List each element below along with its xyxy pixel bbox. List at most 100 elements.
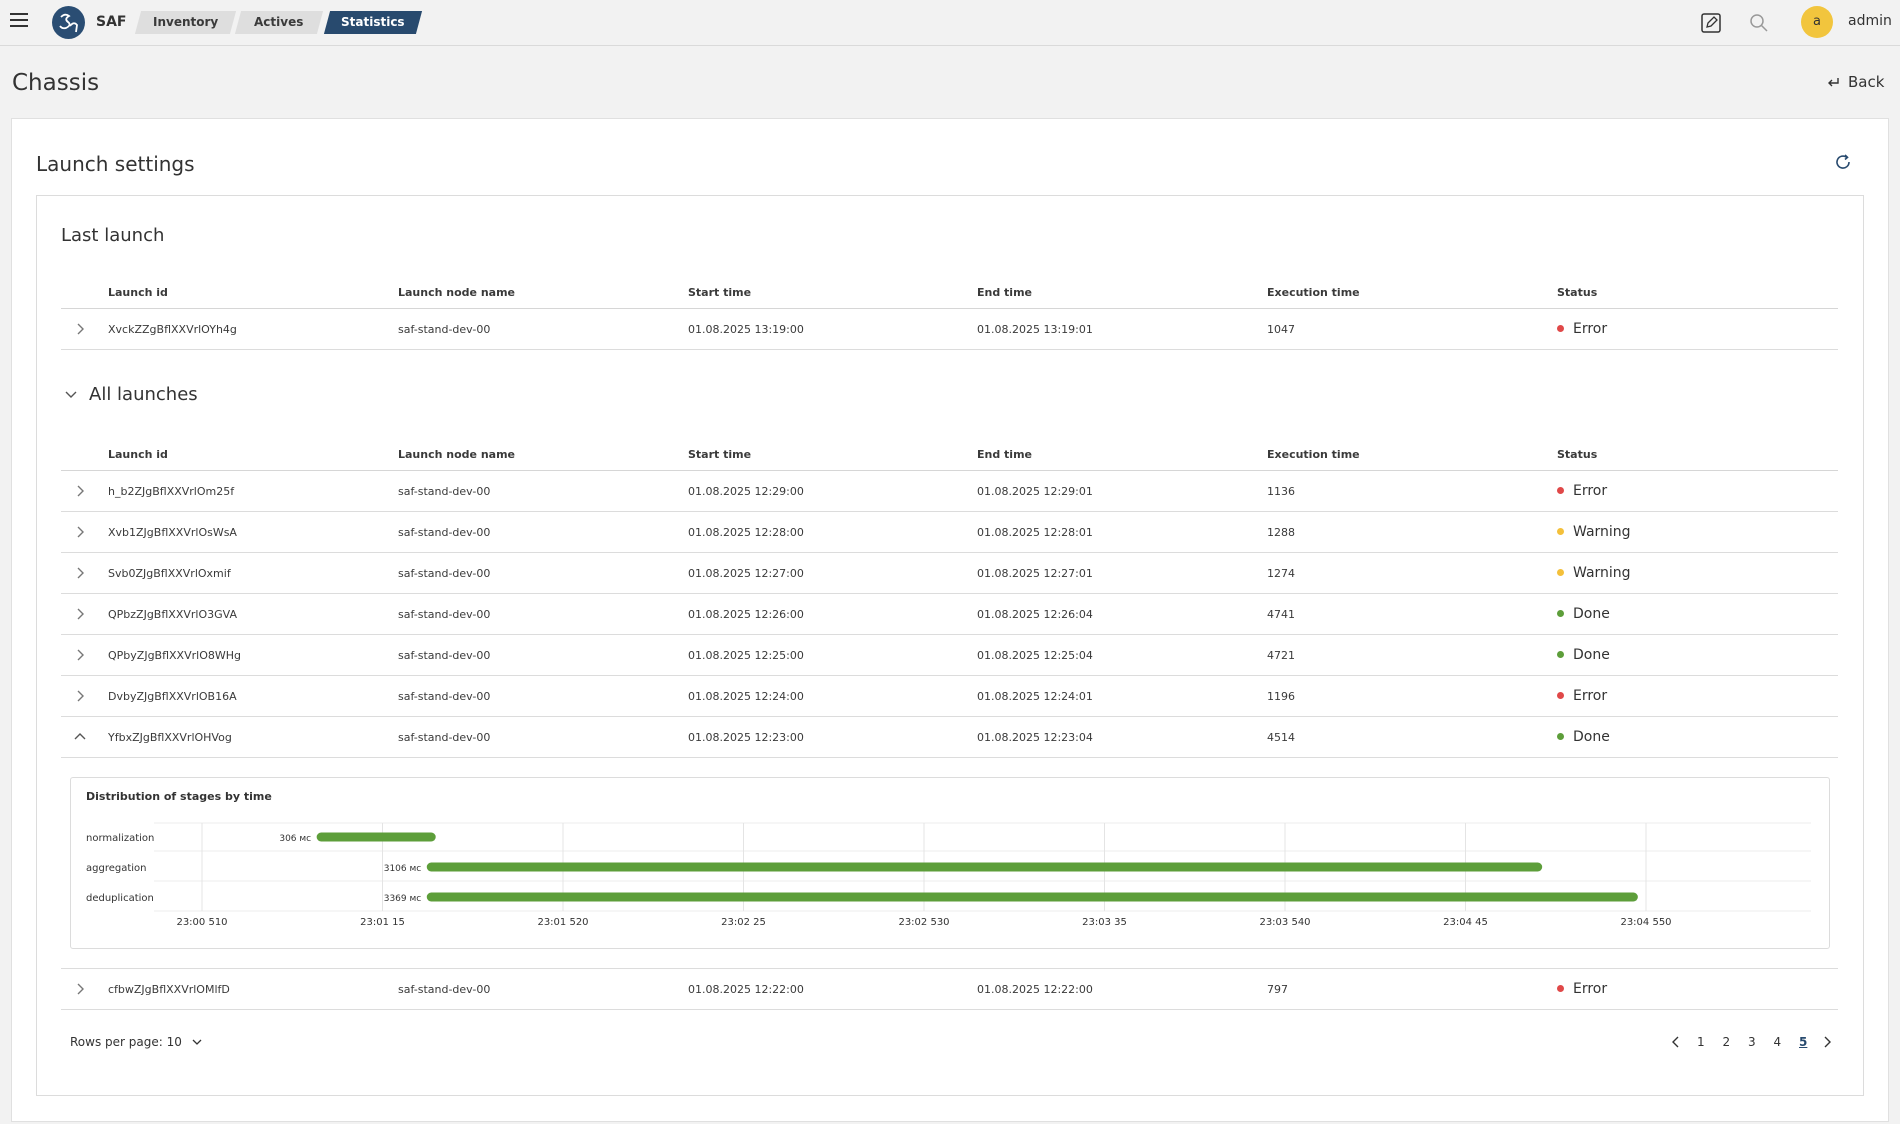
- status-badge: Done: [1557, 647, 1610, 663]
- duration-label: 3106 мс: [384, 864, 422, 874]
- execution-time: 4741: [1267, 608, 1295, 621]
- refresh-icon[interactable]: [1834, 153, 1852, 175]
- table-row[interactable]: cfbwZJgBflXXVrlOMlfD saf-stand-dev-00 01.0…: [61, 969, 1838, 1010]
- status-badge: Done: [1557, 606, 1610, 622]
- expand-row-icon[interactable]: [73, 322, 87, 336]
- status-dot: [1557, 691, 1564, 699]
- expand-row-icon[interactable]: [73, 648, 87, 662]
- node-name: saf-stand-dev-00: [398, 567, 491, 580]
- execution-time: 1136: [1267, 485, 1295, 498]
- expand-row-icon[interactable]: [73, 689, 87, 703]
- chevron-down-icon: [192, 1039, 202, 1045]
- table-row[interactable]: Svb0ZJgBflXXVrlOxmif saf-stand-dev-00 01.0…: [61, 553, 1838, 594]
- execution-time: 1047: [1267, 323, 1295, 336]
- x-tick-label: 23:03 35: [1082, 917, 1127, 928]
- tab-actives[interactable]: Actives: [234, 11, 324, 34]
- collapse-chevron-icon[interactable]: [64, 387, 78, 406]
- start-time: 01.08.2025 12:27:00: [688, 567, 804, 580]
- duration-label: 3369 мс: [384, 894, 422, 904]
- page-3-button[interactable]: 3: [1748, 1035, 1756, 1049]
- rows-per-page-select[interactable]: Rows per page: 10: [70, 1035, 202, 1049]
- status-badge: Warning: [1557, 524, 1631, 540]
- launch-id: QPbzZJgBflXXVrlO3GVA: [108, 608, 237, 621]
- stage-label: normalization: [86, 833, 154, 844]
- start-time: 01.08.2025 12:26:00: [688, 608, 804, 621]
- all-launches-title[interactable]: All launches: [89, 384, 198, 405]
- x-tick-label: 23:02 25: [721, 917, 766, 928]
- next-page-icon[interactable]: [1822, 1035, 1832, 1052]
- launch-id: XvckZZgBflXXVrlOYh4g: [108, 323, 237, 336]
- launch-id: Xvb1ZJgBflXXVrlOsWsA: [108, 526, 237, 539]
- x-tick-label: 23:01 15: [360, 917, 405, 928]
- launch-id: Svb0ZJgBflXXVrlOxmif: [108, 567, 231, 580]
- page-2-button[interactable]: 2: [1723, 1035, 1731, 1049]
- top-bar: SAF Inventory Actives Statistics a admin: [0, 0, 1900, 46]
- x-tick-label: 23:04 45: [1443, 917, 1488, 928]
- page-5-button[interactable]: 5: [1799, 1035, 1807, 1049]
- col-status: Status: [1557, 448, 1598, 461]
- node-name: saf-stand-dev-00: [398, 649, 491, 662]
- search-icon[interactable]: [1748, 12, 1770, 34]
- expand-row-icon[interactable]: [73, 607, 87, 621]
- launch-id: YfbxZJgBflXXVrlOHVog: [108, 731, 232, 744]
- x-tick-label: 23:00 510: [176, 917, 227, 928]
- stages-chart: 23:00 510 23:01 15 23:01 520 23:02 25 23:02 …: [86, 822, 1811, 928]
- last-launch-title: Last launch: [61, 225, 165, 246]
- expand-row-icon[interactable]: [73, 982, 87, 996]
- execution-time: 797: [1267, 983, 1288, 996]
- tab-inventory[interactable]: Inventory: [134, 11, 237, 34]
- table-row[interactable]: h_b2ZJgBflXXVrlOm25f saf-stand-dev-00 01.0…: [61, 471, 1838, 512]
- node-name: saf-stand-dev-00: [398, 608, 491, 621]
- saf-logo[interactable]: [52, 6, 85, 39]
- table-row[interactable]: XvckZZgBflXXVrlOYh4g saf-stand-dev-00 01.0…: [61, 309, 1838, 350]
- stage-label: aggregation: [86, 863, 147, 874]
- start-time: 01.08.2025 12:28:00: [688, 526, 804, 539]
- execution-time: 4721: [1267, 649, 1295, 662]
- col-launch-id: Launch id: [108, 448, 168, 461]
- start-time: 01.08.2025 12:25:00: [688, 649, 804, 662]
- menu-icon[interactable]: [10, 13, 28, 29]
- x-tick-label: 23:04 550: [1620, 917, 1671, 928]
- stages-chart-card: Distribution of stages by time 23:00 510…: [70, 777, 1830, 949]
- table-row[interactable]: QPbzZJgBflXXVrlO3GVA saf-stand-dev-00 01.0…: [61, 594, 1838, 635]
- status-badge: Error: [1557, 981, 1607, 997]
- col-start-time: Start time: [688, 448, 752, 461]
- back-arrow-icon: [1828, 77, 1839, 86]
- node-name: saf-stand-dev-00: [398, 983, 491, 996]
- all-launches-table-continued: cfbwZJgBflXXVrlOMlfD saf-stand-dev-00 01.0…: [61, 968, 1838, 1010]
- table-row[interactable]: QPbyZJgBflXXVrlO8WHg saf-stand-dev-00 01.0…: [61, 635, 1838, 676]
- prev-page-icon[interactable]: [1671, 1035, 1681, 1052]
- execution-time: 1274: [1267, 567, 1295, 580]
- all-launches-table: Launch id Launch node name Start time En…: [61, 434, 1838, 758]
- end-time: 01.08.2025 12:25:04: [977, 649, 1093, 662]
- back-button[interactable]: Back: [1826, 73, 1884, 91]
- page-1-button[interactable]: 1: [1697, 1035, 1705, 1049]
- edit-icon[interactable]: [1700, 12, 1722, 34]
- expand-row-icon[interactable]: [73, 484, 87, 498]
- tab-statistics[interactable]: Statistics: [323, 11, 423, 34]
- status-badge: Warning: [1557, 565, 1631, 581]
- expand-row-icon[interactable]: [73, 566, 87, 580]
- status-dot: [1557, 984, 1564, 992]
- execution-time: 1196: [1267, 690, 1295, 703]
- page-4-button[interactable]: 4: [1774, 1035, 1782, 1049]
- col-launch-id: Launch id: [108, 286, 168, 299]
- end-time: 01.08.2025 12:23:04: [977, 731, 1093, 744]
- col-end-time: End time: [977, 448, 1032, 461]
- status-badge: Error: [1557, 688, 1607, 704]
- status-dot: [1557, 527, 1564, 535]
- end-time: 01.08.2025 12:28:01: [977, 526, 1093, 539]
- expand-row-icon[interactable]: [73, 525, 87, 539]
- start-time: 01.08.2025 12:22:00: [688, 983, 804, 996]
- start-time: 01.08.2025 13:19:00: [688, 323, 804, 336]
- collapse-row-icon[interactable]: [73, 730, 87, 744]
- table-row[interactable]: DvbyZJgBflXXVrlOB16A saf-stand-dev-00 01.0…: [61, 676, 1838, 717]
- username[interactable]: admin: [1848, 13, 1892, 29]
- table-row[interactable]: YfbxZJgBflXXVrlOHVog saf-stand-dev-00 01.0…: [61, 717, 1838, 758]
- end-time: 01.08.2025 12:29:01: [977, 485, 1093, 498]
- execution-time: 4514: [1267, 731, 1295, 744]
- table-row[interactable]: Xvb1ZJgBflXXVrlOsWsA saf-stand-dev-00 01.0…: [61, 512, 1838, 553]
- user-avatar[interactable]: a: [1801, 6, 1833, 38]
- node-name: saf-stand-dev-00: [398, 690, 491, 703]
- col-end-time: End time: [977, 286, 1032, 299]
